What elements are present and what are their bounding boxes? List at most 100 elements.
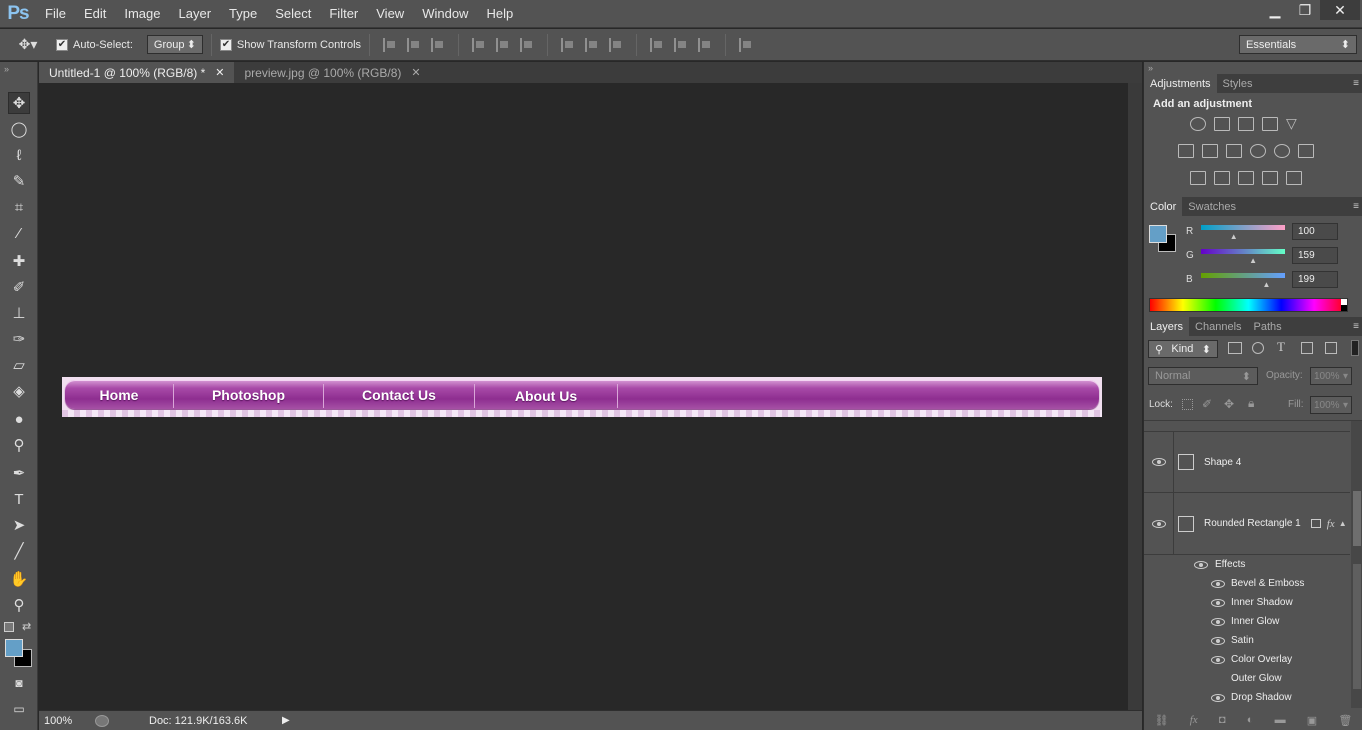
- auto-align-icon[interactable]: [739, 37, 753, 52]
- new-group-icon[interactable]: ▬: [1275, 714, 1286, 726]
- show-transform-checkbox[interactable]: ✔: [219, 38, 232, 51]
- align-vcenter-icon[interactable]: [407, 37, 421, 52]
- lasso-tool-icon[interactable]: ℓ: [8, 144, 30, 166]
- close-icon[interactable]: ✕: [411, 66, 420, 79]
- effect-color-overlay[interactable]: Color Overlay: [1211, 650, 1292, 669]
- default-colors-icon[interactable]: [4, 622, 14, 632]
- add-style-icon[interactable]: fx: [1190, 714, 1198, 726]
- posterize-icon[interactable]: [1214, 171, 1230, 185]
- distribute-hcenter-icon[interactable]: [674, 37, 688, 52]
- hand-tool-icon[interactable]: ✋: [8, 568, 30, 590]
- new-layer-icon[interactable]: ▣: [1307, 714, 1317, 727]
- close-button[interactable]: ✕: [1320, 0, 1360, 20]
- color-spectrum-ramp[interactable]: [1149, 298, 1348, 312]
- color-balance-icon[interactable]: [1202, 144, 1218, 158]
- tab-untitled-1[interactable]: Untitled-1 @ 100% (RGB/8) * ✕: [39, 62, 235, 83]
- tab-styles[interactable]: Styles: [1217, 74, 1259, 93]
- selective-color-icon[interactable]: [1262, 171, 1278, 185]
- align-top-icon[interactable]: [383, 37, 397, 52]
- black-white-icon[interactable]: [1226, 144, 1242, 158]
- distribute-right-icon[interactable]: [698, 37, 712, 52]
- screen-mode-icon[interactable]: ▭: [8, 698, 30, 720]
- smart-object-filter-icon[interactable]: [1325, 342, 1337, 354]
- align-hcenter-icon[interactable]: [496, 37, 510, 52]
- minimize-button[interactable]: ▁: [1258, 0, 1292, 20]
- menu-filter[interactable]: Filter: [320, 0, 367, 28]
- invert-icon[interactable]: [1190, 171, 1206, 185]
- distribute-left-icon[interactable]: [650, 37, 664, 52]
- effect-outer-glow[interactable]: Outer Glow: [1211, 669, 1282, 688]
- dodge-tool-icon[interactable]: ⚲: [8, 434, 30, 456]
- brush-tool-icon[interactable]: ✐: [8, 276, 30, 298]
- blur-tool-icon[interactable]: ●: [8, 408, 30, 430]
- lock-transparent-icon[interactable]: [1182, 399, 1193, 410]
- tab-preview-jpg[interactable]: preview.jpg @ 100% (RGB/8) ✕: [234, 62, 430, 83]
- effect-bevel-emboss[interactable]: Bevel & Emboss: [1211, 574, 1304, 593]
- layers-scrollbar[interactable]: [1351, 421, 1362, 708]
- gradient-map-icon[interactable]: [1286, 171, 1302, 185]
- new-adjustment-layer-icon[interactable]: ◐: [1247, 714, 1254, 726]
- crop-tool-icon[interactable]: ⌗: [8, 196, 30, 218]
- r-value-field[interactable]: 100: [1292, 223, 1338, 240]
- channel-mixer-icon[interactable]: [1274, 144, 1290, 158]
- close-icon[interactable]: ✕: [215, 66, 224, 79]
- threshold-icon[interactable]: [1238, 171, 1254, 185]
- eye-icon[interactable]: [1211, 579, 1225, 588]
- menu-edit[interactable]: Edit: [75, 0, 115, 28]
- move-tool-preset-icon[interactable]: ✥▾: [0, 36, 56, 53]
- g-slider[interactable]: [1201, 249, 1285, 254]
- menu-select[interactable]: Select: [266, 0, 320, 28]
- type-tool-icon[interactable]: T: [8, 488, 30, 510]
- visibility-toggle[interactable]: [1144, 492, 1174, 555]
- eraser-tool-icon[interactable]: ▱: [8, 354, 30, 376]
- foreground-color-swatch[interactable]: [1149, 225, 1167, 243]
- align-bottom-icon[interactable]: [431, 37, 445, 52]
- healing-brush-tool-icon[interactable]: ✚: [8, 250, 30, 272]
- eye-icon[interactable]: [1211, 598, 1225, 607]
- black-swatch[interactable]: [1341, 305, 1347, 311]
- vibrance-icon[interactable]: ▽: [1286, 116, 1302, 131]
- panel-menu-icon[interactable]: ≡: [1353, 201, 1359, 212]
- eye-icon[interactable]: [1194, 560, 1208, 569]
- foreground-color-swatch[interactable]: [5, 639, 23, 657]
- history-brush-tool-icon[interactable]: ✑: [8, 328, 30, 350]
- fx-icon[interactable]: fx: [1327, 518, 1335, 530]
- filter-toggle[interactable]: [1351, 340, 1359, 356]
- blend-mode-dropdown[interactable]: Normal ⬍: [1148, 367, 1258, 385]
- eye-icon[interactable]: [1211, 693, 1225, 702]
- effect-inner-shadow[interactable]: Inner Shadow: [1211, 593, 1293, 612]
- move-tool-icon[interactable]: ✥: [8, 92, 30, 114]
- effect-satin[interactable]: Satin: [1211, 631, 1254, 650]
- menu-image[interactable]: Image: [115, 0, 169, 28]
- panel-menu-icon[interactable]: ≡: [1353, 321, 1359, 332]
- pixel-filter-icon[interactable]: [1228, 342, 1242, 354]
- tab-color[interactable]: Color: [1144, 197, 1183, 216]
- effect-inner-glow[interactable]: Inner Glow: [1211, 612, 1279, 631]
- status-info-icon[interactable]: [95, 714, 109, 727]
- r-slider[interactable]: [1201, 225, 1285, 230]
- menu-layer[interactable]: Layer: [170, 0, 221, 28]
- exposure-icon[interactable]: [1262, 117, 1278, 131]
- eyedropper-tool-icon[interactable]: ⁄: [8, 222, 30, 244]
- auto-select-checkbox[interactable]: ✔: [56, 38, 68, 51]
- eye-icon[interactable]: [1211, 636, 1225, 645]
- zoom-level[interactable]: 100%: [39, 715, 89, 727]
- scrollbar-thumb[interactable]: [1353, 491, 1361, 546]
- delete-layer-icon[interactable]: 🗑︎: [1338, 714, 1352, 727]
- layer-row[interactable]: Rounded Rectangle 1 fx ▲: [1144, 492, 1350, 555]
- quick-mask-icon[interactable]: ◙: [8, 672, 30, 694]
- type-filter-icon[interactable]: T: [1277, 339, 1285, 355]
- add-mask-icon[interactable]: ◘: [1219, 714, 1226, 726]
- visibility-toggle[interactable]: [1144, 431, 1174, 493]
- tab-channels[interactable]: Channels: [1189, 317, 1247, 336]
- r-slider-thumb[interactable]: ▲: [1230, 232, 1238, 241]
- pen-tool-icon[interactable]: ✒: [8, 462, 30, 484]
- hue-saturation-icon[interactable]: [1178, 144, 1194, 158]
- panel-menu-icon[interactable]: ≡: [1353, 78, 1359, 89]
- lock-pixels-icon[interactable]: ✐: [1202, 397, 1212, 411]
- menu-file[interactable]: File: [36, 0, 75, 28]
- tab-swatches[interactable]: Swatches: [1182, 197, 1242, 216]
- tab-layers[interactable]: Layers: [1144, 317, 1190, 336]
- zoom-tool-icon[interactable]: ⚲: [8, 594, 30, 616]
- align-left-icon[interactable]: [472, 37, 486, 52]
